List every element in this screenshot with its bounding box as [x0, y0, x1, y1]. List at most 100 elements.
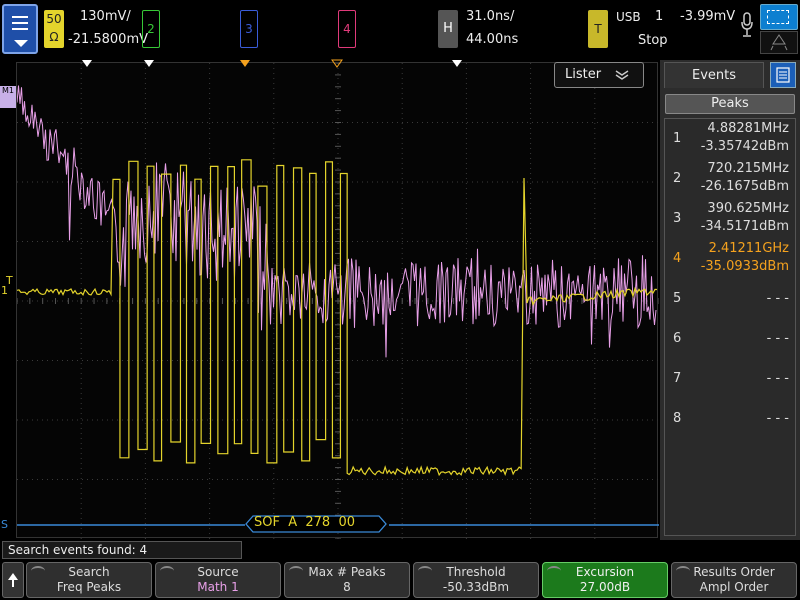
- peaks-header-button[interactable]: Peaks: [665, 94, 795, 114]
- lister-button[interactable]: Lister: [554, 62, 644, 88]
- softkey-threshold[interactable]: Threshold -50.33dBm: [413, 562, 539, 598]
- event-frequency: 720.215MHz: [707, 161, 789, 176]
- menu-icon: [12, 16, 28, 30]
- softkey-source[interactable]: Source Math 1: [155, 562, 281, 598]
- trigger-level: -3.99mV: [680, 9, 736, 24]
- event-row[interactable]: 7 - - -: [665, 359, 795, 399]
- knob-icon: [31, 566, 45, 576]
- lister-label: Lister: [565, 67, 602, 82]
- microphone-icon[interactable]: [740, 12, 754, 38]
- channel-2-label: 2: [147, 22, 155, 36]
- event-index: 7: [673, 371, 682, 386]
- event-row[interactable]: 2 720.215MHz -26.1675dBm: [665, 159, 795, 199]
- event-row[interactable]: 3 390.625MHz -34.5171dBm: [665, 199, 795, 239]
- softkey-max-peaks[interactable]: Max # Peaks 8: [284, 562, 410, 598]
- gesture-icon: [760, 31, 798, 54]
- tab-events[interactable]: Events: [664, 62, 764, 88]
- event-row[interactable]: 1 4.88281MHz -3.35742dBm: [665, 119, 795, 159]
- channel-1-badge[interactable]: 50 Ω: [44, 10, 64, 48]
- event-amplitude: -26.1675dBm: [700, 179, 789, 194]
- event-amplitude: - - -: [766, 371, 789, 386]
- tab-events-label: Events: [691, 68, 736, 83]
- event-row[interactable]: 4 2.41211GHz -35.0933dBm: [665, 239, 795, 279]
- event-index: 6: [673, 331, 682, 346]
- search-status-text: Search events found: 4: [8, 543, 148, 557]
- horizontal-delay: 44.00ns: [466, 32, 519, 47]
- zoom-box-icon: [760, 4, 798, 30]
- waveform-display[interactable]: [16, 62, 659, 539]
- channel-1-ground-marker[interactable]: 1: [1, 284, 8, 297]
- trigger-button[interactable]: T: [588, 10, 608, 48]
- event-row[interactable]: 8 - - -: [665, 399, 795, 439]
- event-row[interactable]: 5 - - -: [665, 279, 795, 319]
- event-index: 5: [673, 291, 682, 306]
- event-marker: [82, 60, 92, 67]
- trigger-position-marker: [240, 60, 250, 67]
- channel-1-trace: [17, 159, 658, 477]
- softkey-value: -50.33dBm: [442, 580, 510, 594]
- channel-3-label: 3: [245, 22, 253, 36]
- events-panel: Events Peaks 1 4.88281MHz -3.35742dBm 2 720.…: [660, 60, 800, 540]
- softkey-title: Search: [68, 565, 110, 579]
- event-index: 3: [673, 211, 682, 226]
- knob-icon: [676, 566, 690, 576]
- math-1-marker-label: M1: [2, 86, 14, 95]
- softkey-value: Ampl Order: [699, 580, 769, 594]
- softkey-value: Freq Peaks: [56, 580, 122, 594]
- knob-icon: [289, 566, 303, 576]
- trigger-label: T: [594, 22, 602, 36]
- softkey-title: Max # Peaks: [308, 565, 386, 579]
- touch-select-button[interactable]: [760, 4, 798, 54]
- knob-icon: [160, 566, 174, 576]
- channel-4-button[interactable]: 4: [338, 10, 356, 48]
- event-amplitude: -34.5171dBm: [700, 219, 789, 234]
- knob-icon: [547, 566, 561, 576]
- event-amplitude: -35.0933dBm: [700, 259, 789, 274]
- event-frequency: 390.625MHz: [707, 201, 789, 216]
- serial-bus-marker[interactable]: S: [1, 518, 8, 531]
- event-amplitude: -3.35742dBm: [700, 139, 789, 154]
- peaks-header-label: Peaks: [711, 96, 749, 111]
- channel-2-button[interactable]: 2: [142, 10, 160, 48]
- serial-decode-text: SOF A 278 00: [254, 515, 356, 530]
- channel-3-button[interactable]: 3: [240, 10, 258, 48]
- knob-icon: [418, 566, 432, 576]
- softkey-value: 27.00dB: [579, 580, 631, 594]
- double-chevron-down-icon: [615, 70, 629, 80]
- event-index: 8: [673, 411, 682, 426]
- event-frequency: 4.88281MHz: [707, 121, 789, 136]
- acquisition-status: Stop: [638, 33, 668, 48]
- channel-1-scale: 130mV/: [80, 9, 131, 24]
- event-index: 1: [673, 131, 682, 146]
- softkey-value: 8: [343, 580, 351, 594]
- waveform-graticule: [17, 63, 659, 539]
- softkey-title: Excursion: [575, 565, 635, 579]
- event-amplitude: - - -: [766, 331, 789, 346]
- panel-menu-button[interactable]: [770, 62, 796, 88]
- trigger-channel: 1: [655, 9, 664, 24]
- search-status-line: Search events found: 4: [2, 541, 242, 559]
- chevron-down-icon: [14, 40, 28, 47]
- trigger-source: USB: [616, 10, 641, 24]
- softkey-excursion[interactable]: Excursion 27.00dB: [542, 562, 668, 598]
- channel-1-offset: -21.5800mV: [68, 32, 149, 47]
- channel-1-impedance: 50 Ω: [46, 12, 62, 44]
- softkey-title: Source: [197, 565, 239, 579]
- event-index: 2: [673, 171, 682, 186]
- event-frequency: 2.41211GHz: [708, 241, 789, 256]
- delay-marker: [331, 59, 343, 68]
- event-index: 4: [673, 251, 682, 266]
- events-table[interactable]: 1 4.88281MHz -3.35742dBm 2 720.215MHz -26.167…: [664, 118, 796, 536]
- horizontal-button[interactable]: H: [438, 10, 458, 48]
- softkey-results-order[interactable]: Results Order Ampl Order: [671, 562, 797, 598]
- horizontal-label: H: [443, 21, 453, 36]
- math-1-marker[interactable]: M1: [0, 86, 16, 108]
- event-row[interactable]: 6 - - -: [665, 319, 795, 359]
- back-button[interactable]: [2, 562, 24, 598]
- softkey-title: Threshold: [446, 565, 506, 579]
- channel-4-label: 4: [343, 22, 351, 36]
- main-menu-button[interactable]: [2, 4, 38, 54]
- softkey-search[interactable]: Search Freq Peaks: [26, 562, 152, 598]
- event-marker: [452, 60, 462, 67]
- softkey-title: Results Order: [693, 565, 775, 579]
